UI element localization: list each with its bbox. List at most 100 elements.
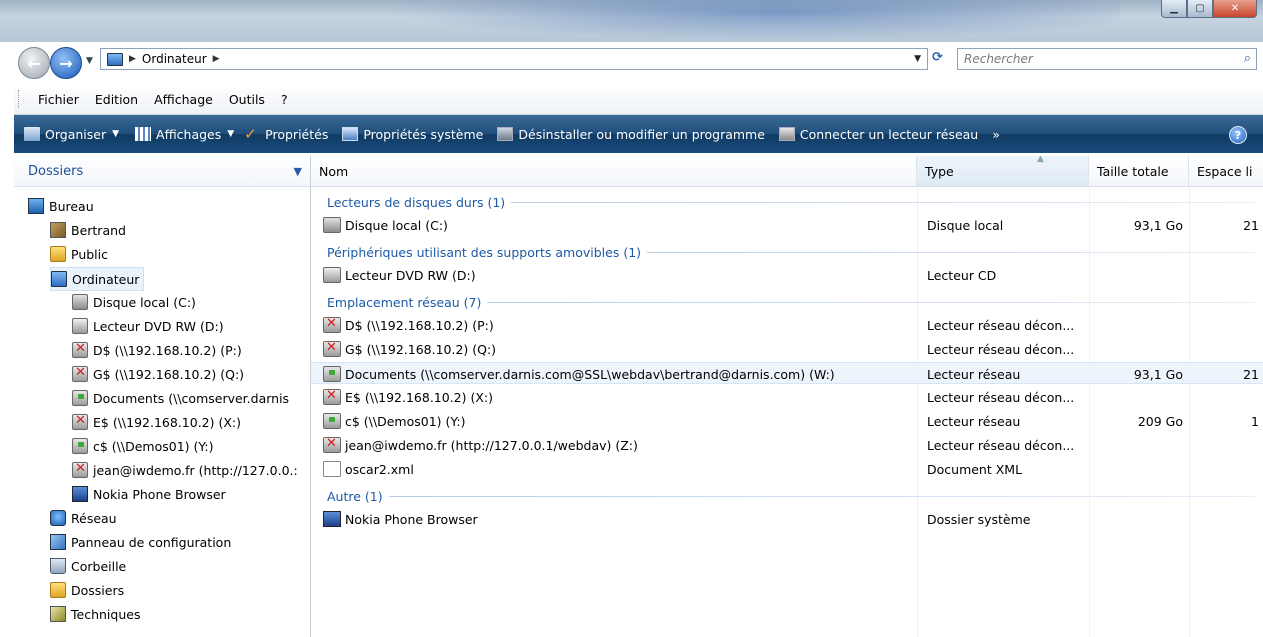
desinstaller-button[interactable]: Désinstaller ou modifier un programme (497, 127, 765, 142)
file-name: Lecteur DVD RW (D:) (345, 267, 476, 283)
more-label: » (992, 126, 1000, 142)
address-dropdown-icon[interactable]: ▼ (914, 54, 921, 64)
window-controls: ▁ ▢ ✕ (1161, 0, 1257, 18)
search-icon[interactable]: ⌕ (1244, 51, 1251, 66)
file-name-cell: jean@iwdemo.fr (http://127.0.0.1/webdav)… (323, 434, 913, 456)
back-button[interactable]: ← (18, 47, 50, 79)
file-free-space (1191, 434, 1259, 456)
column-espace-libre[interactable]: Espace li (1189, 156, 1263, 186)
file-free-space (1191, 386, 1259, 408)
connecter-button[interactable]: Connecter un lecteur réseau (778, 127, 978, 142)
tree-item[interactable]: G$ (\\192.168.10.2) (Q:) (72, 363, 244, 385)
file-free-space (1191, 264, 1259, 286)
menu-affichage[interactable]: Affichage (146, 92, 221, 107)
search-placeholder[interactable]: Rechercher (964, 52, 1033, 66)
tree-item-label: Nokia Phone Browser (93, 486, 226, 502)
chevron-down-icon[interactable]: ▼ (294, 165, 302, 178)
file-row[interactable]: Lecteur DVD RW (D:) Lecteur CD (311, 264, 1263, 286)
menu-help[interactable]: ? (273, 92, 296, 107)
folders-header[interactable]: Dossiers ▼ (14, 156, 310, 187)
tree-item[interactable]: Corbeille (50, 555, 126, 577)
file-row[interactable]: Documents (\\comserver.darnis.com@SSL\we… (311, 362, 1263, 384)
dvd-drive-icon (323, 267, 341, 283)
group-header[interactable]: Emplacement réseau (7) (327, 292, 1255, 312)
file-row[interactable]: G$ (\\192.168.10.2) (Q:) Lecteur réseau d… (311, 338, 1263, 360)
help-icon[interactable]: ? (1229, 126, 1247, 144)
group-title: Périphériques utilisant des supports amo… (327, 244, 642, 260)
hard-disk-icon (72, 294, 88, 310)
recycle-bin-icon (50, 558, 66, 574)
tree-item[interactable]: c$ (\\Demos01) (Y:) (72, 435, 213, 457)
menu-outils[interactable]: Outils (221, 92, 273, 107)
file-name-cell: c$ (\\Demos01) (Y:) (323, 410, 913, 432)
file-row[interactable]: oscar2.xml Document XML (311, 458, 1263, 480)
breadcrumb-separator-icon[interactable]: ▶ (129, 54, 136, 64)
file-row[interactable]: Disque local (C:) Disque local 93,1 Go 21 (311, 214, 1263, 236)
search-box[interactable]: Rechercher ⌕ (957, 48, 1257, 70)
tree-item[interactable]: jean@iwdemo.fr (http://127.0.0.: (72, 459, 298, 481)
organiser-button[interactable]: Organiser ▼ (24, 127, 119, 142)
file-total-size (1091, 314, 1183, 336)
tree-item[interactable]: D$ (\\192.168.10.2) (P:) (72, 339, 242, 361)
proprietes-systeme-button[interactable]: Propriétés système (342, 127, 483, 142)
file-row[interactable]: E$ (\\192.168.10.2) (X:) Lecteur réseau d… (311, 386, 1263, 408)
tree-item[interactable]: Lecteur DVD RW (D:) (72, 315, 224, 337)
proprietes-button[interactable]: ✓ Propriétés (244, 127, 328, 142)
file-row[interactable]: c$ (\\Demos01) (Y:) Lecteur réseau 209 Go 1 (311, 410, 1263, 432)
group-header[interactable]: Périphériques utilisant des supports amo… (327, 242, 1255, 262)
folders-pane: Dossiers ▼ Bureau Bertrand Public Ordinateu… (14, 156, 311, 637)
recent-pages-dropdown[interactable]: ▼ (86, 56, 93, 66)
tree-item[interactable]: Disque local (C:) (72, 291, 196, 313)
group-header[interactable]: Lecteurs de disques durs (1) (327, 192, 1255, 212)
close-button[interactable]: ✕ (1213, 0, 1257, 18)
file-total-size: 209 Go (1137, 413, 1183, 429)
breadcrumb-separator-icon[interactable]: ▶ (213, 54, 220, 64)
group-divider (388, 495, 1255, 497)
disconnected-drive-icon (323, 316, 341, 333)
tree-item-label: Disque local (C:) (93, 294, 196, 310)
network-drive-icon (323, 366, 341, 382)
file-row[interactable]: Nokia Phone Browser Dossier système (311, 508, 1263, 530)
column-type[interactable]: Type ▲ (917, 156, 1089, 186)
group-header[interactable]: Autre (1) (327, 486, 1255, 506)
file-row[interactable]: jean@iwdemo.fr (http://127.0.0.1/webdav)… (311, 434, 1263, 456)
breadcrumb-ordinateur[interactable]: Ordinateur (142, 52, 207, 66)
forward-button[interactable]: → (50, 47, 82, 79)
maximize-button[interactable]: ▢ (1187, 0, 1213, 18)
tree-item[interactable]: Documents (\\comserver.darnis (72, 387, 289, 409)
file-type: Lecteur réseau (927, 366, 1021, 382)
file-type: Lecteur CD (927, 267, 997, 283)
address-bar[interactable]: ▶ Ordinateur ▶ ▼ (100, 48, 928, 70)
column-headers: Nom Type ▲ Taille totale Espace li (311, 156, 1263, 187)
file-total-size (1091, 508, 1183, 530)
tree-item[interactable]: Bertrand (50, 219, 126, 241)
tree-item[interactable]: Ordinateur (50, 267, 145, 291)
minimize-button[interactable]: ▁ (1161, 0, 1187, 18)
column-nom[interactable]: Nom (311, 156, 917, 186)
tree-item[interactable]: E$ (\\192.168.10.2) (X:) (72, 411, 241, 433)
column-taille-totale[interactable]: Taille totale (1089, 156, 1189, 186)
file-type: Lecteur réseau décon... (927, 389, 1075, 405)
file-free-space: 21 (1243, 366, 1259, 382)
tree-item[interactable]: Techniques (50, 603, 140, 625)
file-total-size: 93,1 Go (1133, 217, 1183, 233)
tree-item[interactable]: Bureau (28, 195, 94, 217)
tree-item[interactable]: Nokia Phone Browser (72, 483, 226, 505)
views-icon (135, 127, 152, 141)
refresh-button[interactable]: ⟳ (932, 50, 952, 68)
tree-item[interactable]: Dossiers (50, 579, 124, 601)
more-commands-button[interactable]: » (992, 127, 1000, 142)
tree-item[interactable]: Public (50, 243, 108, 265)
window-titlebar: ▁ ▢ ✕ (0, 0, 1263, 42)
column-taille-label: Taille totale (1097, 163, 1169, 179)
disconnected-drive-icon (72, 341, 88, 358)
affichages-button[interactable]: Affichages ▼ (135, 127, 234, 142)
file-row[interactable]: D$ (\\192.168.10.2) (P:) Lecteur réseau d… (311, 314, 1263, 336)
menu-fichier[interactable]: Fichier (30, 92, 87, 107)
tree-item[interactable]: Réseau (50, 507, 117, 529)
checkmark-icon: ✓ (244, 125, 257, 143)
menu-edition[interactable]: Edition (87, 92, 146, 107)
map-network-drive-icon (778, 127, 795, 141)
file-free-space (1191, 458, 1259, 480)
tree-item[interactable]: Panneau de configuration (50, 531, 231, 553)
